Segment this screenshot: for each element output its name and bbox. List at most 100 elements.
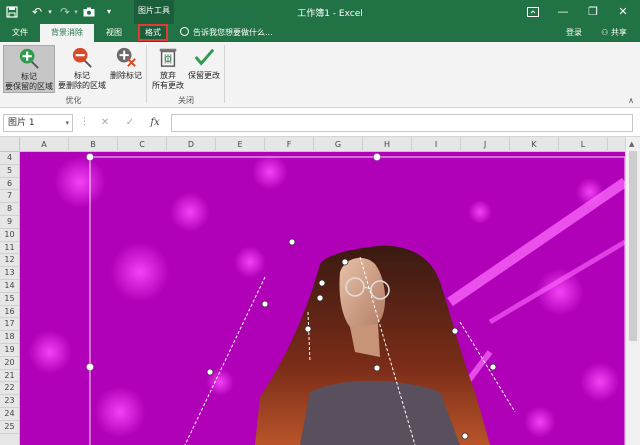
mark-keep-label-1: 标记 (21, 72, 37, 81)
formula-bar-splitter[interactable]: ⋮ (80, 117, 89, 127)
row-header-15[interactable]: 15 (0, 293, 19, 306)
row-header-16[interactable]: 16 (0, 306, 19, 319)
worksheet-grid: ABCDEFGHIJKL 4 5 6 7 8 9 10 11 12 13 14 15 16 17 18 19 2… (0, 137, 640, 445)
delete-mark-icon (116, 47, 136, 67)
redo-icon[interactable]: ↷ (58, 3, 72, 21)
delete-mark-button[interactable]: 删除标记 (108, 45, 144, 93)
row-headers: 4 5 6 7 8 9 10 11 12 13 14 15 16 17 18 19 20 21 22 23 24 25 (0, 152, 20, 445)
row-header-5[interactable]: 5 (0, 165, 19, 178)
collapse-ribbon-icon[interactable]: ∧ (628, 96, 634, 105)
column-header-h[interactable]: H (363, 137, 412, 152)
column-header-a[interactable]: A (20, 137, 69, 152)
undo-icon[interactable]: ↶ (30, 3, 44, 21)
row-header-9[interactable]: 9 (0, 216, 19, 229)
discard-changes-button[interactable]: 放弃 所有更改 (150, 45, 186, 93)
keep-changes-button[interactable]: 保留更改 (186, 45, 222, 93)
checkmark-icon (194, 48, 215, 66)
picture-with-background-removal[interactable] (20, 152, 625, 445)
row-header-6[interactable]: 6 (0, 178, 19, 191)
row-header-12[interactable]: 12 (0, 254, 19, 268)
group-separator (146, 45, 147, 103)
name-box-dropdown-icon[interactable]: ▾ (65, 115, 69, 131)
mark-remove-icon (72, 47, 92, 68)
column-header-f[interactable]: F (265, 137, 314, 152)
select-all-corner[interactable] (0, 137, 20, 152)
column-header-b[interactable]: B (69, 137, 118, 152)
person-icon: ⚇ (601, 28, 609, 37)
tab-view[interactable]: 视图 (98, 24, 130, 42)
row-header-11[interactable]: 11 (0, 242, 19, 255)
row-header-25[interactable]: 25 (0, 421, 19, 434)
row-header-20[interactable]: 20 (0, 357, 19, 370)
sign-in-link[interactable]: 登录 (560, 24, 588, 42)
customize-qat-icon[interactable]: ▾ (104, 3, 114, 21)
row-header-19[interactable]: 19 (0, 344, 19, 357)
redo-dropdown-icon[interactable]: ▾ (72, 3, 80, 21)
row-header-21[interactable]: 21 (0, 370, 19, 383)
picture-tools-context: 图片工具 (134, 0, 174, 24)
column-header-d[interactable]: D (167, 137, 216, 152)
vertical-scrollbar[interactable]: ▲ (625, 137, 640, 445)
row-header-18[interactable]: 18 (0, 331, 19, 344)
row-header-4[interactable]: 4 (0, 152, 19, 165)
column-header-c[interactable]: C (118, 137, 167, 152)
row-header-22[interactable]: 22 (0, 382, 19, 396)
formula-input[interactable] (171, 114, 633, 132)
delete-mark-label: 删除标记 (110, 71, 142, 80)
mark-keep-icon (19, 48, 39, 69)
scroll-thumb[interactable] (629, 151, 637, 341)
camera-icon[interactable] (82, 3, 96, 21)
window-title: 工作簿1 - Excel (297, 9, 363, 19)
tell-me-text: 告诉我您想要做什么... (193, 28, 273, 37)
column-header-k[interactable]: K (510, 137, 559, 152)
group-separator (224, 45, 225, 103)
keep-changes-label: 保留更改 (188, 71, 220, 80)
row-header-23[interactable]: 23 (0, 395, 19, 408)
formula-bar: 图片 1 ▾ ⋮ ✕ ✓ fx (0, 109, 640, 137)
save-icon[interactable] (4, 3, 20, 21)
group-close-label: 关闭 (178, 96, 194, 105)
name-box[interactable]: 图片 1 ▾ (3, 114, 73, 132)
ribbon-tabs: 文件 背景消除 视图 格式 告诉我您想要做什么... 登录 ⚇ 共享 (0, 24, 640, 42)
mark-remove-button[interactable]: 标记 要删除的区域 (57, 45, 107, 93)
row-header-17[interactable]: 17 (0, 318, 19, 332)
column-header-e[interactable]: E (216, 137, 265, 152)
photo-image (20, 152, 625, 445)
insert-function-icon[interactable]: fx (146, 115, 164, 131)
name-box-value: 图片 1 (8, 118, 35, 128)
column-header-i[interactable]: I (412, 137, 461, 152)
close-icon[interactable]: ✕ (608, 0, 638, 24)
column-header-j[interactable]: J (461, 137, 510, 152)
ribbon: 标记 要保留的区域 标记 要删除的区域 删除标记 优化 放弃 所有更改 保留更改… (0, 42, 640, 108)
format-tab-highlight (138, 24, 168, 41)
undo-dropdown-icon[interactable]: ▾ (46, 3, 54, 21)
tab-file[interactable]: 文件 (4, 24, 36, 42)
discard-label-2: 所有更改 (152, 81, 184, 90)
tab-background-removal[interactable]: 背景消除 (40, 24, 94, 42)
minimize-icon[interactable]: — (548, 0, 578, 24)
column-headers: ABCDEFGHIJKL (20, 137, 625, 152)
mark-keep-button[interactable]: 标记 要保留的区域 (3, 45, 55, 93)
row-header-7[interactable]: 7 (0, 190, 19, 204)
tell-me-search[interactable]: 告诉我您想要做什么... (180, 26, 273, 40)
column-header-g[interactable]: G (314, 137, 363, 152)
lightbulb-icon (180, 27, 189, 36)
trash-icon (159, 48, 177, 67)
row-header-14[interactable]: 14 (0, 280, 19, 293)
scroll-up-icon[interactable]: ▲ (629, 140, 634, 148)
cancel-entry-icon[interactable]: ✕ (96, 115, 114, 131)
title-bar: ↶ ▾ ↷ ▾ ▾ 图片工具 工作簿1 - Excel — ❐ ✕ (0, 0, 640, 24)
share-button[interactable]: ⚇ 共享 (592, 24, 636, 42)
row-header-8[interactable]: 8 (0, 203, 19, 216)
row-header-24[interactable]: 24 (0, 408, 19, 421)
row-header-10[interactable]: 10 (0, 229, 19, 242)
restore-icon[interactable]: ❐ (578, 0, 608, 24)
ribbon-display-icon[interactable] (518, 0, 548, 24)
column-header-l[interactable]: L (559, 137, 608, 152)
mark-remove-label-2: 要删除的区域 (58, 81, 106, 90)
mark-keep-label-2: 要保留的区域 (5, 82, 53, 91)
context-tool-label: 图片工具 (138, 6, 170, 15)
confirm-entry-icon[interactable]: ✓ (121, 115, 139, 131)
row-header-13[interactable]: 13 (0, 267, 19, 280)
discard-label-1: 放弃 (160, 71, 176, 80)
